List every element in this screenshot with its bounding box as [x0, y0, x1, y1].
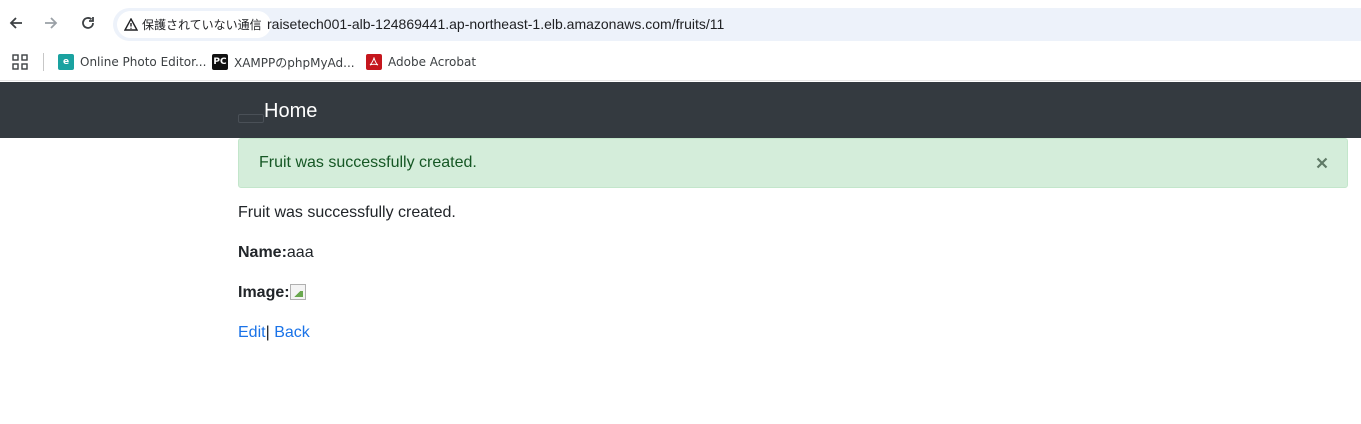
bookmark-label: Online Photo Editor...: [80, 55, 207, 69]
image-row: Image:: [238, 284, 306, 302]
link-separator: |: [265, 324, 270, 341]
broken-image-icon: [289, 284, 306, 300]
reload-icon[interactable]: [77, 12, 99, 34]
bookmark-acrobat[interactable]: Adobe Acrobat: [366, 45, 476, 79]
bookmark-photo-editor[interactable]: e Online Photo Editor...: [58, 45, 206, 79]
warning-icon: [124, 18, 138, 31]
security-label: 保護されていない通信: [142, 18, 262, 32]
success-alert: Fruit was successfully created.: [238, 138, 1348, 188]
alert-message: Fruit was successfully created.: [259, 154, 477, 171]
acrobat-icon: [366, 54, 382, 70]
apps-grid-icon[interactable]: [12, 54, 28, 70]
bookmark-label: XAMPPのphpMyAd...: [234, 55, 355, 70]
back-link[interactable]: Back: [274, 324, 310, 341]
bookmark-label: Adobe Acrobat: [388, 55, 477, 69]
bookmarks-bar: e Online Photo Editor... PC XAMPPのphpMyA…: [0, 45, 1361, 81]
name-label: Name:: [238, 244, 287, 261]
pc-icon: PC: [212, 54, 228, 70]
security-chip[interactable]: 保護されていない通信: [117, 11, 271, 38]
notice-text: Fruit was successfully created.: [238, 204, 456, 221]
browser-toolbar: 保護されていない通信 raisetech001-alb-124869441.ap…: [0, 0, 1361, 45]
url-text[interactable]: raisetech001-alb-124869441.ap-northeast-…: [267, 8, 724, 41]
back-icon[interactable]: [5, 12, 27, 34]
bookmarks-divider: [43, 53, 44, 71]
close-icon[interactable]: [1313, 154, 1331, 172]
forward-icon[interactable]: [40, 12, 62, 34]
actions-row: Edit| Back: [238, 324, 310, 342]
photo-editor-icon: e: [58, 54, 74, 70]
navbar-toggler[interactable]: [238, 114, 264, 123]
bookmark-phpmyadmin[interactable]: PC XAMPPのphpMyAd...: [212, 45, 355, 79]
name-value: aaa: [286, 244, 314, 261]
edit-link[interactable]: Edit: [238, 324, 266, 341]
navbar: Home: [0, 82, 1361, 138]
address-bar[interactable]: 保護されていない通信 raisetech001-alb-124869441.ap…: [113, 8, 1361, 41]
navbar-brand-home[interactable]: Home: [264, 82, 317, 138]
image-label: Image:: [238, 284, 290, 301]
name-row: Name:aaa: [238, 244, 314, 262]
